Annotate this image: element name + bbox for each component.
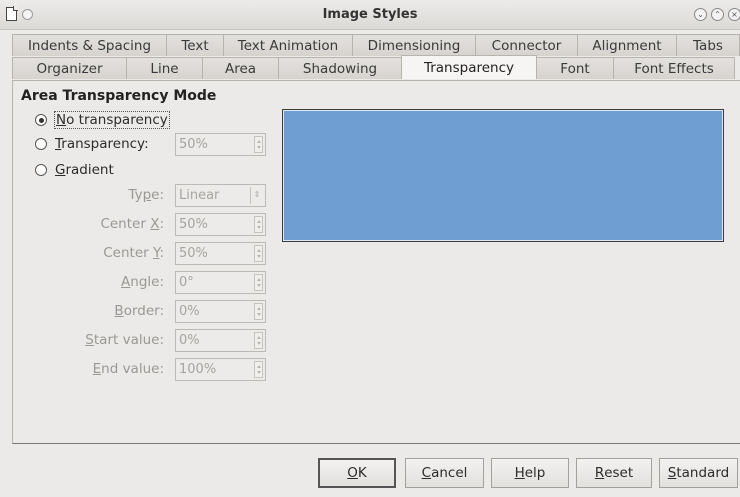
field-value: 0% xyxy=(179,304,200,319)
angle-label: Angle: xyxy=(121,274,164,290)
tab-label: Text xyxy=(181,37,209,54)
radio-label-rest: o transparency xyxy=(66,112,168,128)
radio-button[interactable] xyxy=(35,138,47,150)
tab-transparency[interactable]: Transparency xyxy=(401,55,537,79)
spin-button[interactable] xyxy=(254,216,263,233)
help-button[interactable]: Help xyxy=(491,458,569,488)
maximize-icon[interactable]: ⌃ xyxy=(711,8,724,21)
tab-font-effects[interactable]: Font Effects xyxy=(613,57,735,79)
tab-shadowing[interactable]: Shadowing xyxy=(278,57,402,79)
start-value-field[interactable]: 0% xyxy=(175,329,266,352)
tab-text-animation[interactable]: Text Animation xyxy=(223,34,353,56)
field-value: 50% xyxy=(179,246,208,261)
tab-line[interactable]: Line xyxy=(126,57,203,79)
section-title: Area Transparency Mode xyxy=(21,88,217,104)
type-select[interactable]: Linear ⇕ xyxy=(175,184,266,207)
tab-indents-spacing[interactable]: Indents & Spacing xyxy=(12,34,167,56)
radio-transparency[interactable]: Transparency: xyxy=(35,135,149,153)
field-value: 0° xyxy=(179,275,194,290)
cancel-button[interactable]: Cancel xyxy=(405,458,484,488)
close-icon[interactable]: × xyxy=(728,8,740,21)
tab-label: Font Effects xyxy=(634,60,714,77)
center-x-field[interactable]: 50% xyxy=(175,213,266,236)
center-y-field[interactable]: 50% xyxy=(175,242,266,265)
center-y-label: Center Y: xyxy=(103,245,164,261)
radio-no-transparency[interactable]: No transparency xyxy=(35,111,170,129)
field-value: 100% xyxy=(179,362,217,377)
window-title: Image Styles xyxy=(322,7,418,22)
spin-button[interactable] xyxy=(254,245,263,262)
radio-label: Transparency: xyxy=(55,136,149,152)
spin-button[interactable] xyxy=(254,136,263,153)
tab-label: Shadowing xyxy=(302,60,378,77)
tab-row-top: Indents & Spacing Text Text Animation Di… xyxy=(12,34,740,56)
tab-label: Tabs xyxy=(693,37,723,54)
tab-row-bottom: Organizer Line Area Shadowing Transparen… xyxy=(12,55,735,79)
radio-label: No transparency xyxy=(54,111,170,129)
type-label: Type: xyxy=(128,187,164,203)
spin-button[interactable] xyxy=(254,332,263,349)
tab-organizer[interactable]: Organizer xyxy=(12,57,127,79)
border-label: Border: xyxy=(114,303,164,319)
tab-label: Line xyxy=(150,60,179,77)
minimize-icon[interactable]: ⌄ xyxy=(694,8,707,21)
tab-connector[interactable]: Connector xyxy=(475,34,578,56)
field-value: 50% xyxy=(179,217,208,232)
angle-field[interactable]: 0° xyxy=(175,271,266,294)
center-x-label: Center X: xyxy=(100,216,164,232)
tab-text[interactable]: Text xyxy=(166,34,224,56)
tab-tabs[interactable]: Tabs xyxy=(676,34,740,56)
tab-label: Organizer xyxy=(36,60,103,77)
field-value: 0% xyxy=(179,333,200,348)
tab-label: Text Animation xyxy=(237,37,339,54)
border-field[interactable]: 0% xyxy=(175,300,266,323)
tab-label: Connector xyxy=(491,37,562,54)
ok-button[interactable]: OK xyxy=(318,458,396,488)
tab-alignment[interactable]: Alignment xyxy=(577,34,677,56)
tab-label: Transparency xyxy=(423,59,515,76)
end-value-label: End value: xyxy=(92,361,164,377)
radio-button-selected[interactable] xyxy=(35,114,47,126)
field-value: 50% xyxy=(179,137,208,152)
end-value-field[interactable]: 100% xyxy=(175,358,266,381)
tab-dimensioning[interactable]: Dimensioning xyxy=(352,34,476,56)
tab-label: Alignment xyxy=(592,37,662,54)
spin-button[interactable] xyxy=(254,303,263,320)
tab-label: Dimensioning xyxy=(367,37,461,54)
tab-label: Area xyxy=(224,60,257,77)
radio-button[interactable] xyxy=(35,164,47,176)
chevron-updown-icon[interactable]: ⇕ xyxy=(250,187,263,204)
radio-label: Gradient xyxy=(55,162,114,178)
radio-gradient[interactable]: Gradient xyxy=(35,161,114,179)
spin-button[interactable] xyxy=(254,361,263,378)
field-value: Linear xyxy=(179,188,220,203)
spin-button[interactable] xyxy=(254,274,263,291)
transparency-field[interactable]: 50% xyxy=(175,133,266,156)
tab-label: Indents & Spacing xyxy=(27,37,152,54)
transparency-preview xyxy=(282,109,724,242)
ok-rest: K xyxy=(357,465,367,481)
title-bar: Image Styles ⌄ ⌃ × xyxy=(0,0,740,30)
reset-button[interactable]: Reset xyxy=(576,458,652,488)
tab-font[interactable]: Font xyxy=(536,57,614,79)
tab-area[interactable]: Area xyxy=(202,57,279,79)
standard-button[interactable]: Standard xyxy=(659,458,738,488)
tab-label: Font xyxy=(560,60,590,77)
start-value-label: Start value: xyxy=(85,332,164,348)
